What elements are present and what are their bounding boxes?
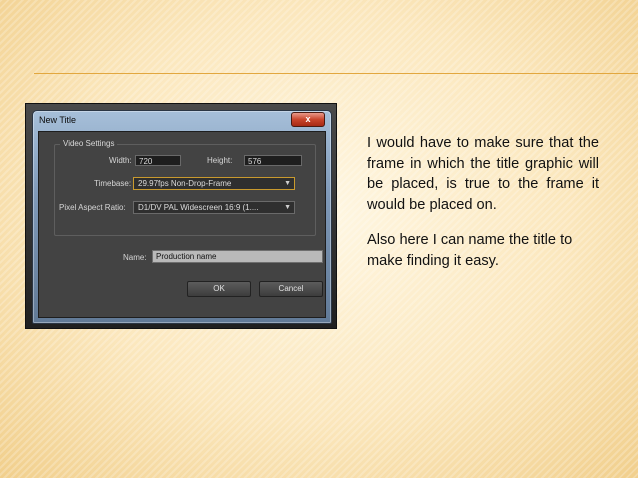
paragraph-name-note: Also here I can name the title to make f…	[367, 232, 573, 269]
close-icon: x	[305, 114, 311, 124]
height-label: Height:	[207, 156, 233, 165]
timebase-value: 29.97fps Non-Drop-Frame	[138, 179, 232, 188]
video-settings-legend: Video Settings	[60, 139, 118, 148]
dialog-screenshot: New Title x Video Settings Width: 720 He…	[25, 103, 337, 329]
pixel-aspect-ratio-label: Pixel Aspect Ratio:	[59, 203, 126, 212]
ok-button[interactable]: OK	[187, 281, 251, 297]
chevron-down-icon: ▼	[284, 204, 291, 211]
window-titlebar: New Title x	[33, 111, 331, 131]
video-settings-group: Video Settings Width: 720 Height: 576 Ti…	[54, 139, 316, 236]
pixel-aspect-ratio-value: D1/DV PAL Widescreen 16:9 (1....	[138, 203, 259, 212]
slide-body: I would have to make sure that the frame…	[367, 133, 599, 287]
cancel-button[interactable]: Cancel	[259, 281, 323, 297]
paragraph-frame-note: I would have to make sure that the frame…	[367, 135, 599, 213]
timebase-label: Timebase:	[94, 179, 132, 188]
close-button[interactable]: x	[291, 112, 325, 127]
dialog-client-area: Video Settings Width: 720 Height: 576 Ti…	[38, 131, 326, 318]
new-title-window: New Title x Video Settings Width: 720 He…	[32, 110, 332, 324]
timebase-select[interactable]: 29.97fps Non-Drop-Frame ▼	[133, 177, 295, 190]
name-label: Name:	[123, 253, 147, 262]
width-label: Width:	[109, 156, 132, 165]
name-input[interactable]: Production name	[152, 250, 323, 263]
header-rule	[34, 73, 638, 74]
window-title: New Title	[39, 115, 77, 125]
chevron-down-icon: ▼	[284, 180, 291, 187]
pixel-aspect-ratio-select[interactable]: D1/DV PAL Widescreen 16:9 (1.... ▼	[133, 201, 295, 214]
width-input[interactable]: 720	[135, 155, 181, 166]
height-input[interactable]: 576	[244, 155, 302, 166]
